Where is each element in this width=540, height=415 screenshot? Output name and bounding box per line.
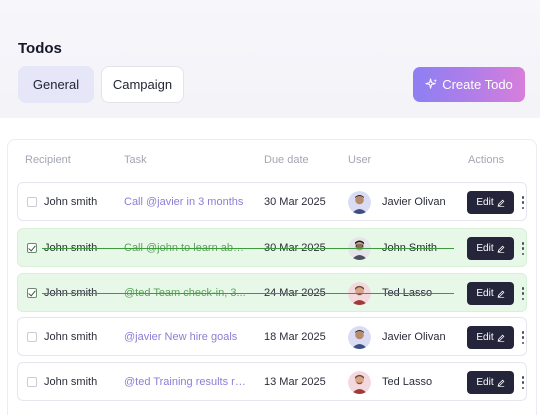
sparkle-icon (425, 78, 438, 89)
create-todo-label: Create Todo (442, 77, 513, 92)
row-checkbox[interactable] (27, 197, 37, 207)
edit-button[interactable]: Edit (467, 371, 514, 394)
row-checkbox[interactable] (27, 332, 37, 342)
row-checkbox-checked[interactable] (27, 288, 37, 298)
table-row: John smith @ted Team check-in, 3... 24 M… (17, 273, 527, 312)
edit-icon (497, 290, 504, 298)
edit-icon (497, 245, 504, 253)
edit-icon (497, 334, 504, 342)
edit-button[interactable]: Edit (467, 282, 514, 305)
row-due-date: 13 Mar 2025 (264, 376, 326, 388)
completed-strikethrough (42, 293, 454, 294)
row-task[interactable]: Call @javier in 3 months (124, 183, 250, 222)
column-header-user: User (348, 154, 372, 166)
tab-general[interactable]: General (18, 66, 94, 103)
row-user: Javier Olivan (382, 331, 446, 343)
edit-button[interactable]: Edit (467, 191, 514, 214)
edit-button[interactable]: Edit (467, 237, 514, 260)
completed-strikethrough (42, 248, 454, 249)
edit-label: Edit (476, 377, 494, 388)
edit-label: Edit (476, 288, 494, 299)
column-header-actions: Actions (468, 154, 505, 166)
page-title: Todos (18, 40, 62, 57)
row-recipient: John smith (44, 331, 98, 343)
more-options-icon[interactable] (521, 376, 525, 389)
edit-icon (497, 199, 504, 207)
row-user: Ted Lasso (382, 376, 433, 388)
row-checkbox-checked[interactable] (27, 243, 37, 253)
column-header-due-date: Due date (264, 154, 309, 166)
edit-icon (497, 379, 504, 387)
more-options-icon[interactable] (521, 287, 525, 300)
row-checkbox[interactable] (27, 377, 37, 387)
create-todo-button[interactable]: Create Todo (413, 67, 525, 102)
column-header-recipient: Recipient (25, 154, 71, 166)
table-row: John smith @ted Training results re... 1… (17, 362, 527, 401)
tab-campaign[interactable]: Campaign (101, 66, 184, 103)
row-due-date: 30 Mar 2025 (264, 196, 326, 208)
table-row: John smith Call @john to learn about... … (17, 228, 527, 267)
avatar (348, 191, 371, 214)
row-due-date: 18 Mar 2025 (264, 331, 326, 343)
row-recipient: John smith (44, 196, 98, 208)
row-user: Javier Olivan (382, 196, 446, 208)
table-row: John smith @javier New hire goals 18 Mar… (17, 317, 527, 356)
edit-label: Edit (476, 197, 494, 208)
more-options-icon[interactable] (521, 331, 525, 344)
row-task[interactable]: @ted Training results re... (124, 363, 250, 402)
avatar (348, 371, 371, 394)
more-options-icon[interactable] (521, 196, 525, 209)
column-header-task: Task (124, 154, 147, 166)
avatar (348, 326, 371, 349)
edit-label: Edit (476, 243, 494, 254)
edit-button[interactable]: Edit (467, 326, 514, 349)
more-options-icon[interactable] (521, 242, 525, 255)
row-recipient: John smith (44, 376, 98, 388)
table-row: John smith Call @javier in 3 months 30 M… (17, 182, 527, 221)
row-task[interactable]: @javier New hire goals (124, 318, 250, 357)
edit-label: Edit (476, 332, 494, 343)
